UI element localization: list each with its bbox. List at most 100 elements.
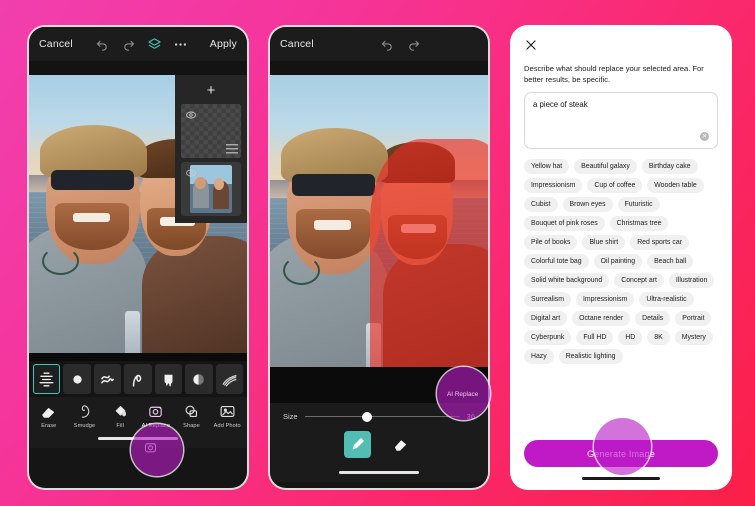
suggestion-chip[interactable]: Impressionism xyxy=(524,178,583,193)
brush-preset-halftone-brush[interactable] xyxy=(185,364,213,394)
suggestion-chip[interactable]: Portrait xyxy=(675,311,712,326)
tool-shape[interactable]: Shape xyxy=(174,403,210,429)
layer-item-transparent[interactable] xyxy=(181,104,241,158)
suggestion-chip[interactable]: Pile of books xyxy=(524,235,578,250)
masking-gap xyxy=(270,367,488,403)
suggestion-chip[interactable]: Surrealism xyxy=(524,292,571,307)
suggestion-chip[interactable]: Wooden table xyxy=(647,178,704,193)
add-layer-button[interactable]: + xyxy=(181,80,241,100)
suggestion-chip[interactable]: Colorful tote bag xyxy=(524,254,589,269)
close-icon[interactable] xyxy=(524,38,538,52)
suggestion-chip[interactable]: Beach ball xyxy=(647,254,694,269)
suggestion-chip[interactable]: Yellow hat xyxy=(524,159,570,174)
size-value: 36 xyxy=(466,412,475,421)
cancel-button-2[interactable]: Cancel xyxy=(280,38,314,50)
suggestion-chip[interactable]: Solid white background xyxy=(524,273,610,288)
more-options-icon[interactable] xyxy=(172,36,188,52)
cancel-button[interactable]: Cancel xyxy=(39,38,73,50)
tool-fill[interactable]: Fill xyxy=(102,403,138,429)
suggestion-chip[interactable]: Cyberpunk xyxy=(524,330,572,345)
editor-subbar xyxy=(29,61,247,75)
person-right-body xyxy=(142,236,247,353)
undo-icon-2[interactable] xyxy=(380,36,396,52)
undo-icon[interactable] xyxy=(94,36,110,52)
masking-subbar xyxy=(270,61,488,75)
suggestion-chip[interactable]: Cup of coffee xyxy=(587,178,643,193)
brush-preset-drip-brush[interactable] xyxy=(154,364,183,394)
suggestion-chip[interactable]: Blue shirt xyxy=(582,235,626,250)
person-left-smile xyxy=(72,212,110,223)
suggestion-chip[interactable]: Bouquet of pink roses xyxy=(524,216,605,231)
suggestion-chip[interactable]: Concept art xyxy=(614,273,664,288)
suggestion-chip[interactable]: Beautiful galaxy xyxy=(574,159,637,174)
generate-image-button[interactable]: Generate Image xyxy=(524,440,718,467)
suggestion-chip[interactable]: HD xyxy=(618,330,643,345)
suggestion-chip[interactable]: Realistic lighting xyxy=(558,349,623,364)
prompt-input-wrapper[interactable]: a piece of steak ✕ xyxy=(524,92,718,149)
brush-preset-dot-brush[interactable] xyxy=(63,364,91,394)
mask-brush-picker xyxy=(270,427,488,468)
person-left-smile-2 xyxy=(313,219,351,230)
tool-erase-label: Erase xyxy=(41,423,57,429)
redo-icon[interactable] xyxy=(120,36,136,52)
tool-add-photo[interactable]: Add Photo xyxy=(209,403,245,429)
phone-screen-prompt: Describe what should replace your select… xyxy=(510,25,732,490)
suggestion-chip[interactable]: Digital art xyxy=(524,311,568,326)
suggestion-chip[interactable]: Christmas tree xyxy=(609,216,669,231)
brush-preset-lines-brush[interactable] xyxy=(33,364,61,394)
suggestion-chip[interactable]: Brown eyes xyxy=(562,197,613,212)
selection-mask-overlay xyxy=(370,139,488,367)
suggestion-chip[interactable]: Futuristic xyxy=(617,197,660,212)
eye-icon[interactable] xyxy=(185,108,197,120)
suggestion-chip[interactable]: 8K xyxy=(647,330,670,345)
mask-eraser-icon[interactable] xyxy=(387,431,414,458)
suggestion-chip[interactable]: Full HD xyxy=(576,330,614,345)
suggestion-chip[interactable]: Mystery xyxy=(674,330,713,345)
suggestion-chip[interactable]: Ultra-realistic xyxy=(639,292,694,307)
suggestion-chip[interactable]: Details xyxy=(635,311,671,326)
photo-selfie-two-men-2 xyxy=(270,75,488,367)
person-left-sunglasses xyxy=(50,169,134,191)
suggestion-chip[interactable]: Oil painting xyxy=(593,254,643,269)
paintbrush-icon[interactable] xyxy=(344,431,371,458)
layers-icon[interactable] xyxy=(146,36,162,52)
home-indicator-3 xyxy=(524,475,718,488)
tool-smudge-label: Smudge xyxy=(73,423,96,429)
layer-item-photo[interactable] xyxy=(181,162,241,216)
suggestion-chip[interactable]: Red sports car xyxy=(630,235,689,250)
clear-text-icon[interactable]: ✕ xyxy=(700,132,709,141)
size-slider-track[interactable] xyxy=(304,411,460,422)
person-left-beard xyxy=(55,202,130,251)
tool-smudge[interactable]: Smudge xyxy=(67,403,103,429)
eye-icon-2[interactable] xyxy=(185,166,197,178)
home-indicator-2 xyxy=(270,468,488,482)
tool-fill-label: Fill xyxy=(116,423,124,429)
apply-button[interactable]: Apply xyxy=(210,38,237,50)
brush-preset-fan-brush[interactable] xyxy=(215,364,243,394)
phone-screen-masking: Cancel Size 36 xyxy=(268,25,490,490)
suggestion-chip[interactable]: Hazy xyxy=(524,349,554,364)
ai-replace-tap-icon xyxy=(137,434,163,460)
tool-ai-replace[interactable]: AI Replace xyxy=(138,403,174,429)
size-slider-row[interactable]: Size 36 xyxy=(270,403,488,427)
tool-shape-label: Shape xyxy=(183,423,200,429)
suggestion-chip[interactable]: Illustration xyxy=(668,273,715,288)
tool-erase[interactable]: Erase xyxy=(31,403,67,429)
person-left-sunglasses-2 xyxy=(291,174,375,197)
editor-canvas[interactable]: + xyxy=(29,75,247,353)
prompt-hint-text: Describe what should replace your select… xyxy=(524,64,704,84)
tool-add-photo-label: Add Photo xyxy=(213,423,241,429)
brush-preset-squiggle-brush[interactable] xyxy=(93,364,122,394)
prompt-input[interactable]: a piece of steak xyxy=(533,100,709,109)
redo-icon-2[interactable] xyxy=(406,36,422,52)
suggestion-chip[interactable]: Cubist xyxy=(524,197,558,212)
person-left-beard-2 xyxy=(296,209,371,259)
prompt-sheet: Describe what should replace your select… xyxy=(512,27,730,488)
suggestion-chip[interactable]: Birthday cake xyxy=(641,159,698,174)
editor-topbar: Cancel Apply xyxy=(29,27,247,61)
size-slider-knob[interactable] xyxy=(361,411,372,422)
masking-canvas[interactable] xyxy=(270,75,488,367)
suggestion-chip[interactable]: Octane render xyxy=(572,311,631,326)
brush-preset-curve-brush[interactable] xyxy=(124,364,152,394)
suggestion-chip[interactable]: Impressionism xyxy=(575,292,635,307)
